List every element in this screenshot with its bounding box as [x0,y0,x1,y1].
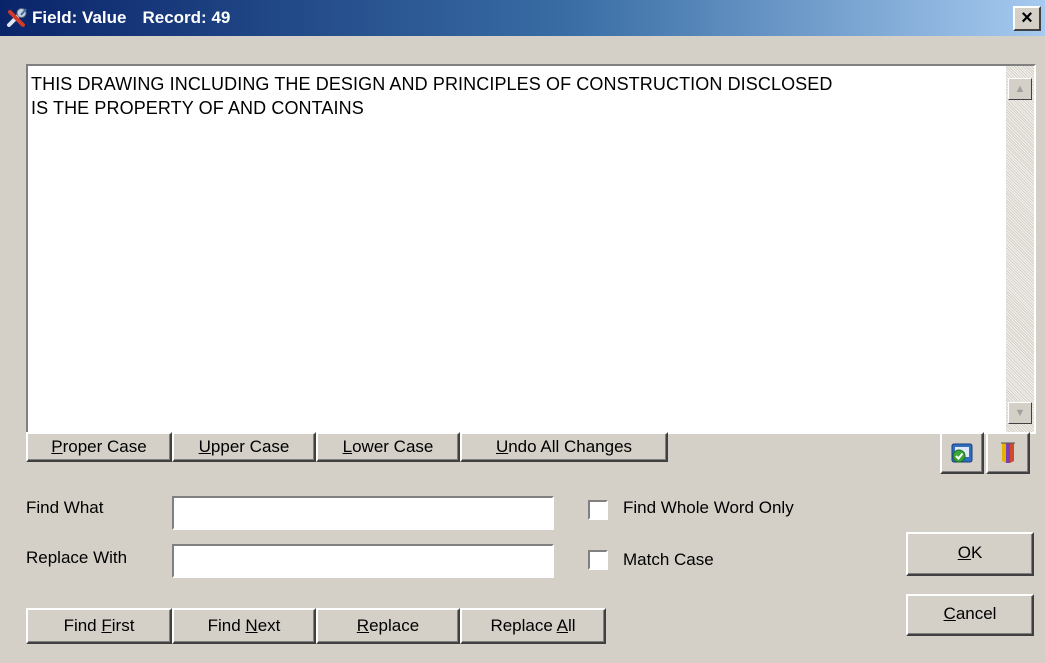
highlighter-button[interactable] [986,432,1030,474]
accelerator-key: C [943,604,956,623]
scroll-down-icon: ▼ [1014,407,1026,419]
accelerator-key: O [957,543,971,562]
replace-with-label: Replace With [26,548,128,567]
proper-case-button[interactable]: Proper Case [26,432,172,462]
window-title: Field: Value Record: 49 [32,8,230,28]
title-field: Field: Value [32,8,127,27]
replace-all-button[interactable]: Replace All [460,608,606,644]
value-editor[interactable]: THIS DRAWING INCLUDING THE DESIGN AND PR… [26,64,1036,434]
accelerator-key: R [356,616,370,635]
find-what-label: Find What [26,498,104,517]
close-icon: × [1021,7,1033,29]
label-post: pper Case [210,437,290,456]
scroll-up-icon: ▲ [1014,83,1026,95]
scroll-down-button[interactable]: ▼ [1008,402,1032,424]
match-case-label: Match Case [623,550,714,569]
cancel-button[interactable]: Cancel [906,594,1034,636]
label-post: ndo All Changes [508,437,633,456]
title-bar[interactable]: Field: Value Record: 49 × [0,0,1045,36]
label-post: ll [567,616,576,635]
lower-case-button[interactable]: Lower Case [316,432,460,462]
scroll-up-button[interactable]: ▲ [1008,78,1032,100]
label-post: ancel [955,604,997,623]
value-text[interactable]: THIS DRAWING INCLUDING THE DESIGN AND PR… [31,72,991,120]
label-post: roper Case [62,437,147,456]
label-pre: Find [207,616,246,635]
close-button[interactable]: × [1013,6,1041,31]
title-record: Record: 49 [142,8,231,27]
upper-case-button[interactable]: Upper Case [172,432,316,462]
spellcheck-button[interactable] [940,432,984,474]
accelerator-key: N [245,616,258,635]
accelerator-key: F [101,616,112,635]
label-post: ower Case [352,437,434,456]
match-case-checkbox[interactable] [588,550,608,570]
find-whole-word-label: Find Whole Word Only [623,498,794,517]
label-pre: Replace [490,616,557,635]
undo-all-changes-button[interactable]: Undo All Changes [460,432,668,462]
replace-button[interactable]: Replace [316,608,460,644]
highlighter-icon [1001,442,1015,463]
accelerator-key: U [198,437,211,456]
label-pre: Find [63,616,102,635]
find-first-button[interactable]: Find First [26,608,172,644]
find-next-button[interactable]: Find Next [172,608,316,644]
accelerator-key: U [495,437,509,456]
label-post: irst [111,616,135,635]
wrench-icon [7,8,27,27]
find-what-input[interactable] [172,496,554,530]
label-post: K [970,543,983,562]
label-post: ext [257,616,281,635]
accelerator-key: A [556,616,568,635]
vertical-scrollbar[interactable]: ▲ ▼ [1006,66,1034,432]
find-whole-word-checkbox[interactable] [588,500,608,520]
accelerator-key: L [342,437,353,456]
ok-button[interactable]: OK [906,532,1034,576]
replace-with-input[interactable] [172,544,554,578]
spellcheck-icon [951,443,973,463]
label-post: eplace [369,616,420,635]
accelerator-key: P [51,437,63,456]
